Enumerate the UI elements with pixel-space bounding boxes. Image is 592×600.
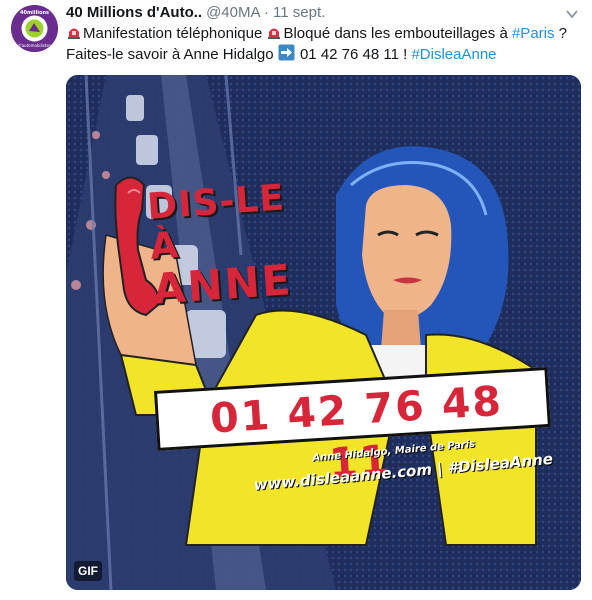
author-name[interactable]: 40 Millions d'Auto.. bbox=[66, 4, 202, 21]
chevron-down-icon[interactable] bbox=[566, 9, 578, 19]
tweet-text-question: ? bbox=[558, 25, 568, 42]
hashtag-paris-link[interactable]: #Paris bbox=[512, 25, 555, 42]
tweet-text-part3: Faites-le savoir à Anne Hidalgo bbox=[66, 46, 274, 63]
avatar-text-bottom: d'automobilistes bbox=[18, 43, 51, 48]
tweet-text: Manifestation téléphonique Bloqué dans l… bbox=[66, 23, 576, 65]
media-title-line2: ANNE bbox=[151, 255, 294, 314]
siren-icon bbox=[268, 28, 281, 39]
media-illustration bbox=[66, 75, 581, 590]
avatar[interactable]: 40millions d'automobilistes bbox=[11, 5, 58, 52]
avatar-logo: 40millions d'automobilistes bbox=[11, 5, 58, 52]
tweet-media-gif[interactable]: DIS-LE À ANNE 01 42 76 48 11 Anne Hidalg… bbox=[66, 75, 581, 590]
avatar-text-top: 40millions bbox=[20, 10, 49, 16]
siren-icon bbox=[68, 28, 80, 39]
media-title-line1: DIS-LE À bbox=[145, 177, 287, 268]
gif-badge: GIF bbox=[74, 561, 102, 581]
tweet-phone-number: 01 42 76 48 11 ! bbox=[299, 46, 408, 63]
separator-dot: · bbox=[263, 4, 269, 21]
author-handle[interactable]: @40MA bbox=[206, 4, 260, 21]
hashtag-disleaanne-link[interactable]: #DisleaAnne bbox=[411, 46, 496, 63]
tweet-text-part2: Bloqué dans les embouteillages à bbox=[283, 25, 508, 42]
tweet-text-part1: Manifestation téléphonique bbox=[83, 25, 263, 42]
tweet-date[interactable]: 11 sept. bbox=[273, 4, 325, 21]
media-title: DIS-LE À ANNE bbox=[145, 177, 314, 314]
right-arrow-icon bbox=[278, 44, 295, 61]
tweet-header: 40 Millions d'Auto.. @40MA · 11 sept. bbox=[66, 4, 325, 22]
